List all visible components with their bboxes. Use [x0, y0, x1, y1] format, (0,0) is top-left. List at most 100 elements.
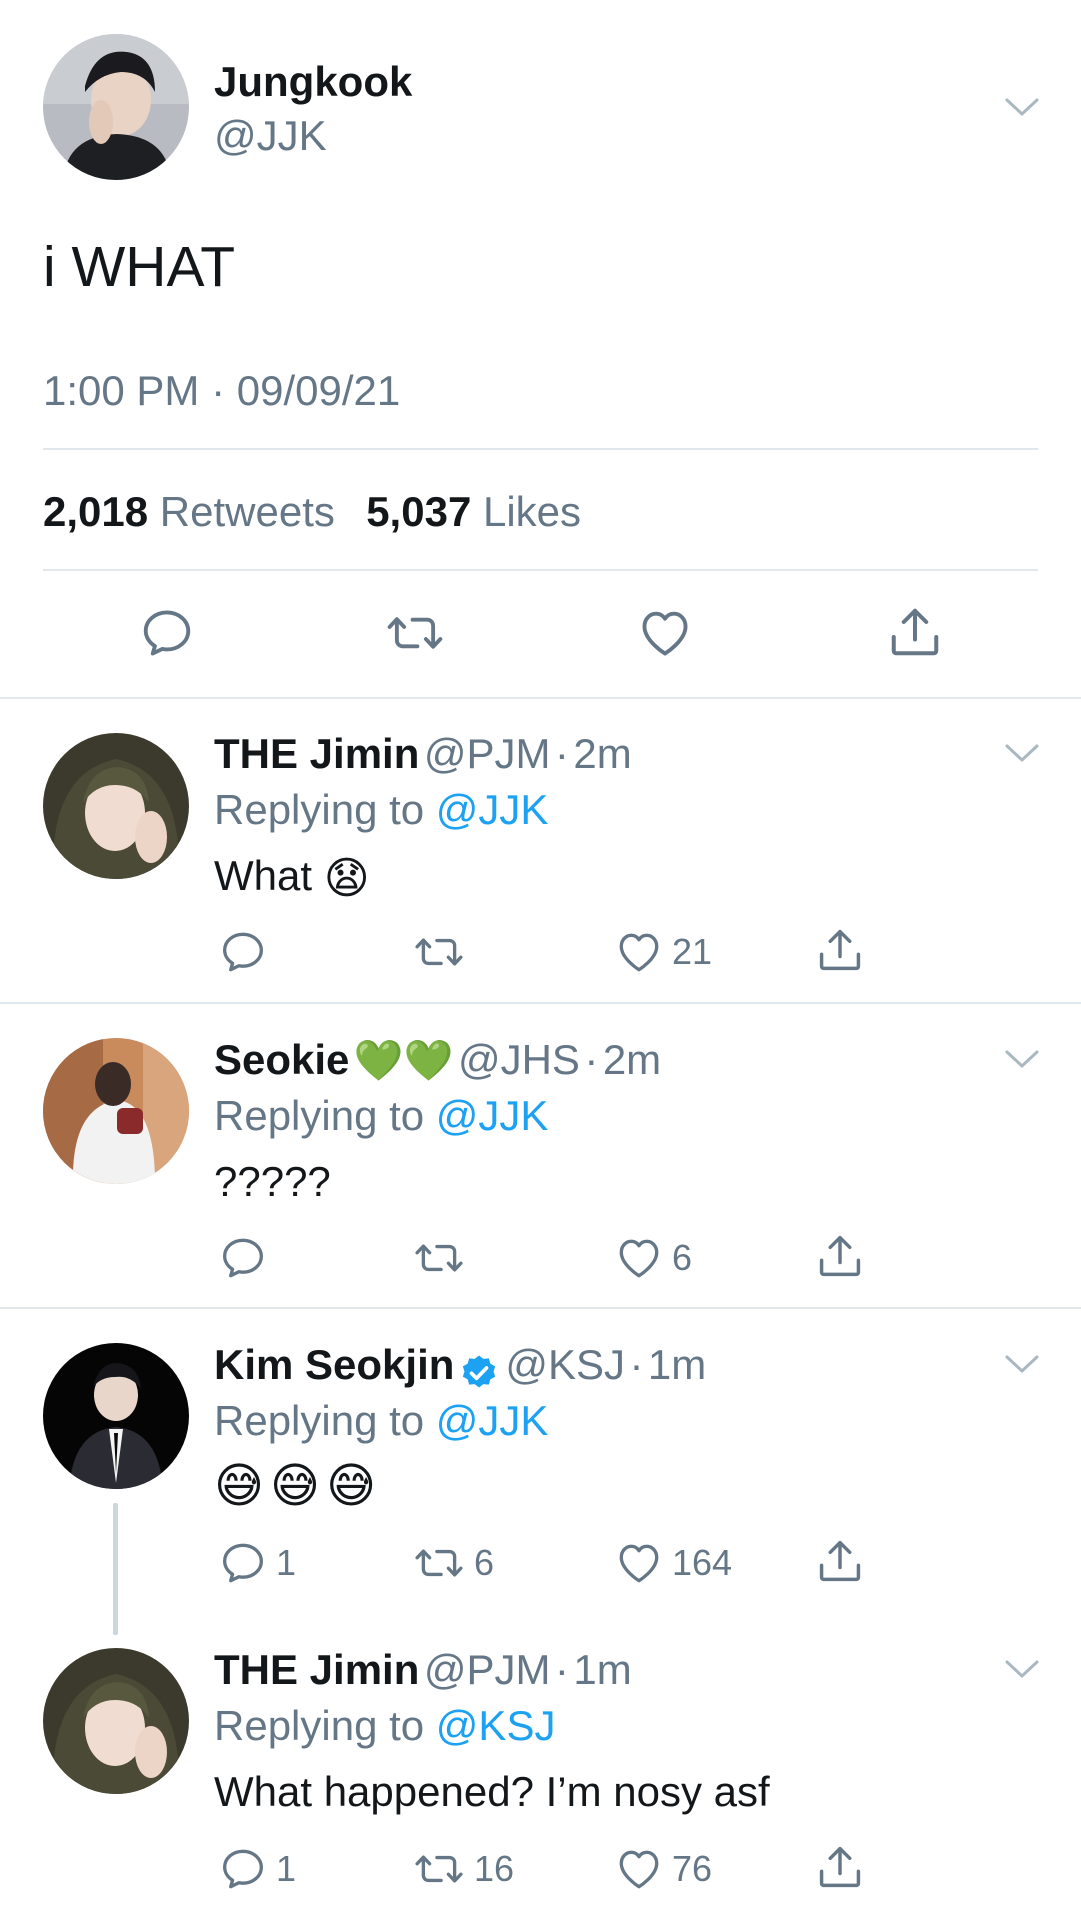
- like-icon: [614, 1844, 664, 1894]
- reply-icon[interactable]: [138, 604, 196, 662]
- tweet-stats: 2,018 Retweets 5,037 Likes: [43, 488, 581, 536]
- reply-button[interactable]: 1: [218, 1843, 296, 1895]
- reply-count: 1: [276, 1542, 297, 1583]
- author-name[interactable]: Jungkook: [214, 58, 412, 106]
- tweet-text: i WHAT: [43, 235, 236, 299]
- share-icon[interactable]: [814, 1841, 866, 1893]
- replying-to: Replying to @KSJ: [214, 1702, 555, 1750]
- reply-header: Seokie 💚💚 @JHS · 2m: [214, 1036, 661, 1084]
- likes-count[interactable]: 5,037: [366, 488, 471, 535]
- retweet-icon: [412, 1538, 466, 1588]
- replying-to: Replying to @JJK: [214, 1397, 548, 1445]
- replying-prefix: Replying to: [214, 786, 425, 833]
- retweet-icon[interactable]: [384, 604, 446, 662]
- verified-badge-icon: [462, 1355, 496, 1388]
- reply-author-name[interactable]: Seokie: [214, 1036, 349, 1083]
- reply-author-handle[interactable]: @PJM: [424, 1646, 551, 1693]
- replying-to: Replying to @JJK: [214, 1092, 548, 1140]
- reply-icon: [218, 927, 268, 977]
- replying-prefix: Replying to: [214, 1397, 425, 1444]
- chevron-down-icon[interactable]: [1004, 1658, 1040, 1680]
- share-icon[interactable]: [814, 1230, 866, 1282]
- retweet-button[interactable]: [412, 1232, 474, 1284]
- reply-button[interactable]: 1: [218, 1537, 296, 1589]
- chevron-down-icon[interactable]: [1004, 742, 1040, 764]
- like-count: 164: [672, 1542, 733, 1583]
- separator-dot: ·: [554, 1646, 569, 1693]
- retweets-label[interactable]: Retweets: [160, 488, 335, 535]
- reply-count: 1: [276, 1848, 297, 1889]
- tweet-timestamp: 1:00 PM · 09/09/21: [43, 367, 401, 414]
- like-icon: [614, 1233, 664, 1283]
- replying-prefix: Replying to: [214, 1092, 425, 1139]
- reply-text-content: What: [214, 852, 313, 899]
- retweet-icon: [412, 1233, 466, 1283]
- divider: [0, 1002, 1081, 1004]
- reply-header: THE Jimin @PJM · 1m: [214, 1646, 632, 1694]
- retweet-button[interactable]: 16: [412, 1843, 514, 1895]
- like-icon: [614, 1538, 664, 1588]
- like-icon[interactable]: [636, 604, 694, 662]
- avatar-seokjin[interactable]: [43, 1343, 189, 1489]
- separator-dot: ·: [629, 1341, 644, 1388]
- divider: [0, 1307, 1081, 1309]
- reply-text: ?????: [214, 1158, 331, 1205]
- reply-text: What happened? I’m nosy asf: [214, 1768, 770, 1815]
- like-button[interactable]: 21: [614, 926, 712, 978]
- avatar-seokie[interactable]: [43, 1038, 189, 1184]
- retweets-count[interactable]: 2,018: [43, 488, 148, 535]
- like-button[interactable]: 164: [614, 1537, 732, 1589]
- like-button[interactable]: 6: [614, 1232, 692, 1284]
- replying-to-handle[interactable]: @JJK: [436, 786, 549, 833]
- green-hearts: 💚💚: [353, 1039, 454, 1083]
- reply-button[interactable]: [218, 926, 276, 978]
- reply-author-name[interactable]: THE Jimin: [214, 730, 419, 777]
- replying-to-handle[interactable]: @KSJ: [436, 1702, 556, 1749]
- reply-author-handle[interactable]: @KSJ: [505, 1341, 625, 1388]
- thread-connector: [113, 1503, 118, 1635]
- reply-time: 1m: [647, 1341, 707, 1388]
- reply-header: THE Jimin @PJM · 2m: [214, 730, 632, 778]
- divider: [43, 448, 1038, 450]
- retweet-count: 16: [474, 1848, 515, 1889]
- share-icon[interactable]: [814, 924, 866, 976]
- reply-button[interactable]: [218, 1232, 276, 1284]
- like-count: 6: [672, 1237, 693, 1278]
- like-button[interactable]: 76: [614, 1843, 712, 1895]
- retweet-button[interactable]: [412, 926, 474, 978]
- share-icon[interactable]: [814, 1535, 866, 1587]
- reply-icon: [218, 1233, 268, 1283]
- share-icon[interactable]: [885, 602, 945, 662]
- chevron-down-icon[interactable]: [1004, 96, 1040, 118]
- separator-dot: ·: [554, 730, 569, 777]
- reply-header: Kim Seokjin @KSJ · 1m: [214, 1341, 706, 1397]
- retweet-icon: [412, 1844, 466, 1894]
- emoji-anguished: 😧: [323, 854, 370, 904]
- like-count: 21: [672, 931, 713, 972]
- replying-to-handle[interactable]: @JJK: [436, 1092, 549, 1139]
- chevron-down-icon[interactable]: [1004, 1353, 1040, 1375]
- replying-to-handle[interactable]: @JJK: [436, 1397, 549, 1444]
- likes-label[interactable]: Likes: [483, 488, 581, 535]
- reply-text: What 😧: [214, 852, 370, 904]
- avatar-jungkook[interactable]: [43, 34, 189, 180]
- reply-time: 2m: [602, 1036, 662, 1083]
- divider: [0, 697, 1081, 699]
- chevron-down-icon[interactable]: [1004, 1048, 1040, 1070]
- reply-icon: [218, 1844, 268, 1894]
- like-count: 76: [672, 1848, 713, 1889]
- reply-author-handle[interactable]: @PJM: [424, 730, 551, 777]
- avatar-jimin[interactable]: [43, 1648, 189, 1794]
- retweet-button[interactable]: 6: [412, 1537, 494, 1589]
- like-icon: [614, 927, 664, 977]
- author-handle[interactable]: @JJK: [214, 112, 327, 160]
- replying-prefix: Replying to: [214, 1702, 425, 1749]
- reply-author-handle[interactable]: @JHS: [458, 1036, 580, 1083]
- divider: [43, 569, 1038, 571]
- reply-author-name[interactable]: THE Jimin: [214, 1646, 419, 1693]
- reply-time: 2m: [573, 730, 632, 777]
- reply-author-name[interactable]: Kim Seokjin: [214, 1341, 454, 1388]
- avatar-jimin[interactable]: [43, 733, 189, 879]
- retweet-icon: [412, 927, 466, 977]
- separator-dot: ·: [584, 1036, 599, 1083]
